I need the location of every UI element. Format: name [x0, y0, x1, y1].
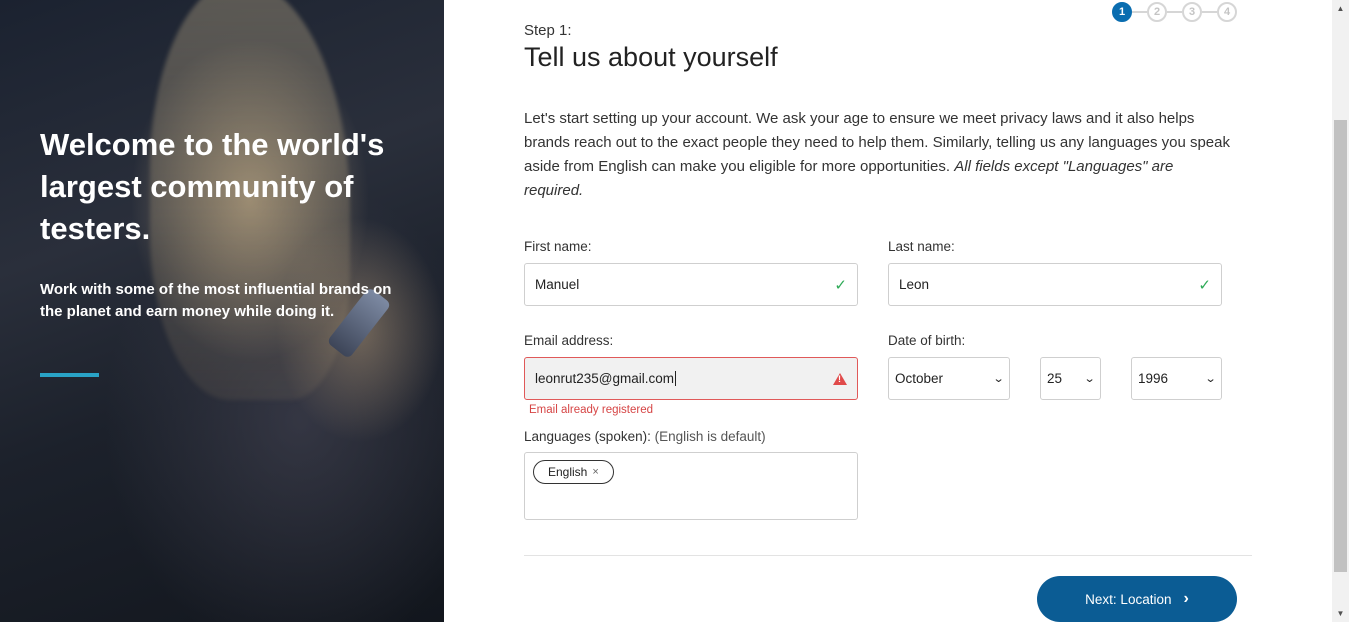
step-indicator: 1 2 3 4	[1112, 2, 1237, 22]
check-icon: ✓	[834, 276, 847, 294]
step-connector	[1202, 11, 1217, 13]
text-caret	[675, 371, 677, 387]
dob-year-value: 1996	[1138, 371, 1169, 386]
step-1: 1	[1112, 2, 1132, 22]
dob-month-select[interactable]: October ⌄	[888, 357, 1010, 400]
page-title: Tell us about yourself	[524, 42, 778, 72]
warning-icon	[833, 372, 847, 385]
email-input[interactable]: leonrut235@gmail.com	[524, 357, 858, 400]
chevron-down-icon: ⌄	[1204, 373, 1217, 385]
last-name-label: Last name:	[888, 239, 955, 254]
step-3: 3	[1182, 2, 1202, 22]
language-chip-english[interactable]: English ×	[533, 460, 614, 484]
dob-label: Date of birth:	[888, 333, 966, 348]
next-location-button[interactable]: Next: Location ›	[1037, 576, 1237, 622]
dob-month-value: October	[895, 371, 944, 386]
step-2: 2	[1147, 2, 1167, 22]
page-scrollbar[interactable]: ▲ ▼	[1332, 0, 1349, 622]
hero-title: Welcome to the world's largest community…	[40, 127, 385, 246]
step-connector	[1132, 11, 1147, 13]
email-value: leonrut235@gmail.com	[535, 370, 675, 386]
languages-input[interactable]: English ×	[524, 452, 858, 520]
languages-label-text: Languages (spoken):	[524, 429, 651, 444]
first-name-label: First name:	[524, 239, 592, 254]
step-connector	[1167, 11, 1182, 13]
scrollbar-thumb[interactable]	[1334, 120, 1347, 572]
last-name-value: Leon	[899, 277, 930, 292]
first-name-input[interactable]: Manuel ✓	[524, 263, 858, 306]
chevron-down-icon: ⌄	[1083, 373, 1096, 385]
email-label: Email address:	[524, 333, 614, 348]
dob-day-value: 25	[1047, 371, 1063, 386]
step-4: 4	[1217, 2, 1237, 22]
first-name-value: Manuel	[535, 277, 580, 292]
languages-label: Languages (spoken): (English is default)	[524, 429, 766, 444]
check-icon: ✓	[1198, 276, 1211, 294]
form-divider	[524, 555, 1252, 556]
hero-accent-bar	[40, 373, 99, 377]
hero-subtitle: Work with some of the most influential b…	[40, 281, 392, 320]
intro-text: Let's start setting up your account. We …	[524, 107, 1234, 203]
dob-day-select[interactable]: 25 ⌄	[1040, 357, 1101, 400]
dob-year-select[interactable]: 1996 ⌄	[1131, 357, 1222, 400]
scroll-up-arrow-icon[interactable]: ▲	[1332, 0, 1349, 17]
chevron-right-icon: ›	[1183, 590, 1189, 607]
scroll-down-arrow-icon[interactable]: ▼	[1332, 605, 1349, 622]
chevron-down-icon: ⌄	[992, 373, 1005, 385]
language-chip-label: English	[548, 465, 588, 479]
next-button-label: Next: Location	[1085, 591, 1172, 607]
close-icon[interactable]: ×	[592, 466, 598, 478]
last-name-input[interactable]: Leon ✓	[888, 263, 1222, 306]
email-error-message: Email already registered	[529, 404, 654, 416]
step-label: Step 1:	[524, 22, 572, 39]
languages-hint: (English is default)	[654, 429, 766, 444]
hero-panel: Welcome to the world's largest community…	[0, 0, 444, 622]
